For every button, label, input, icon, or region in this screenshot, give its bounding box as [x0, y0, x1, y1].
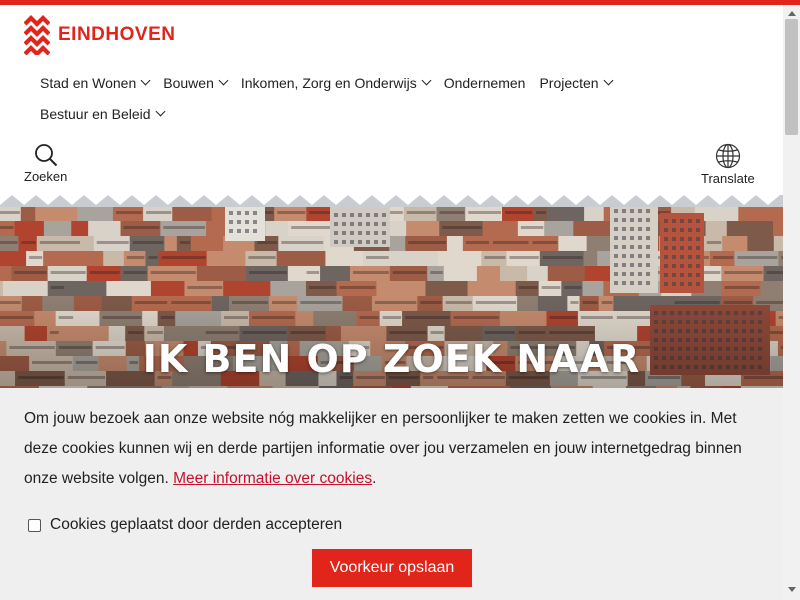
nav-item-bouwen[interactable]: Bouwen [163, 74, 229, 91]
vertical-scrollbar[interactable] [783, 5, 800, 600]
chevron-down-icon [603, 75, 614, 86]
nav-item-label: Stad en Wonen [40, 74, 137, 91]
hero-title: IK BEN OP ZOEK NAAR [142, 337, 641, 381]
eindhoven-logo-icon [24, 15, 50, 55]
nav-item-label: Bestuur en Beleid [40, 105, 151, 122]
nav-item-ondernemen[interactable]: Ondernemen [444, 75, 526, 91]
logo-wordmark: EINDHOVEN [58, 24, 176, 45]
third-party-cookies-checkbox[interactable] [28, 518, 41, 532]
nav-item-projecten[interactable]: Projecten [539, 74, 614, 91]
save-preferences-button[interactable]: Voorkeur opslaan [312, 549, 472, 587]
translate-label: Translate [701, 171, 755, 186]
chevron-down-icon [421, 75, 432, 86]
scrollbar-thumb[interactable] [785, 19, 798, 135]
main-navigation: Stad en Wonen Bouwen Inkomen, Zorg en Onde… [40, 67, 660, 129]
nav-row-1: Stad en Wonen Bouwen Inkomen, Zorg en Onde… [40, 67, 660, 98]
third-party-cookies-option[interactable]: Cookies geplaatst door derden accepteren [28, 516, 342, 534]
scroll-down-arrow-icon[interactable] [788, 587, 796, 592]
nav-row-2: Bestuur en Beleid [40, 98, 660, 129]
nav-item-label: Inkomen, Zorg en Onderwijs [240, 74, 417, 91]
search-button[interactable]: Zoeken [24, 143, 67, 184]
nav-item-bestuur-en-beleid[interactable]: Bestuur en Beleid [40, 105, 165, 122]
nav-item-stad-en-wonen[interactable]: Stad en Wonen [40, 74, 151, 91]
globe-icon [715, 143, 740, 169]
cookie-text-end: . [372, 470, 377, 487]
chevron-down-icon [218, 75, 229, 86]
cookie-message: Om jouw bezoek aan onze website nóg makk… [24, 404, 764, 494]
nav-item-label: Projecten [539, 74, 599, 91]
chevron-down-icon [155, 106, 165, 117]
scroll-up-arrow-icon[interactable] [788, 11, 796, 16]
chevron-down-icon [140, 75, 151, 86]
third-party-cookies-label: Cookies geplaatst door derden accepteren [50, 516, 343, 533]
nav-item-inkomen-zorg-en-onderwijs[interactable]: Inkomen, Zorg en Onderwijs [240, 74, 432, 91]
translate-button[interactable]: Translate [701, 143, 755, 186]
page: EINDHOVEN Stad en Wonen Bouwen Inkomen, Zo… [0, 5, 783, 600]
nav-item-label: Bouwen [163, 74, 214, 91]
cookie-banner: Om jouw bezoek aan onze website nóg makk… [0, 388, 783, 600]
cookie-text: Om jouw bezoek aan onze website nóg makk… [24, 410, 742, 487]
site-logo[interactable]: EINDHOVEN [24, 15, 175, 55]
search-icon [34, 144, 57, 167]
hero-banner: IK BEN OP ZOEK NAAR [0, 195, 783, 395]
search-label: Zoeken [24, 169, 68, 184]
nav-item-label: Ondernemen [443, 74, 526, 91]
cookie-info-link[interactable]: Meer informatie over cookies [173, 470, 372, 487]
